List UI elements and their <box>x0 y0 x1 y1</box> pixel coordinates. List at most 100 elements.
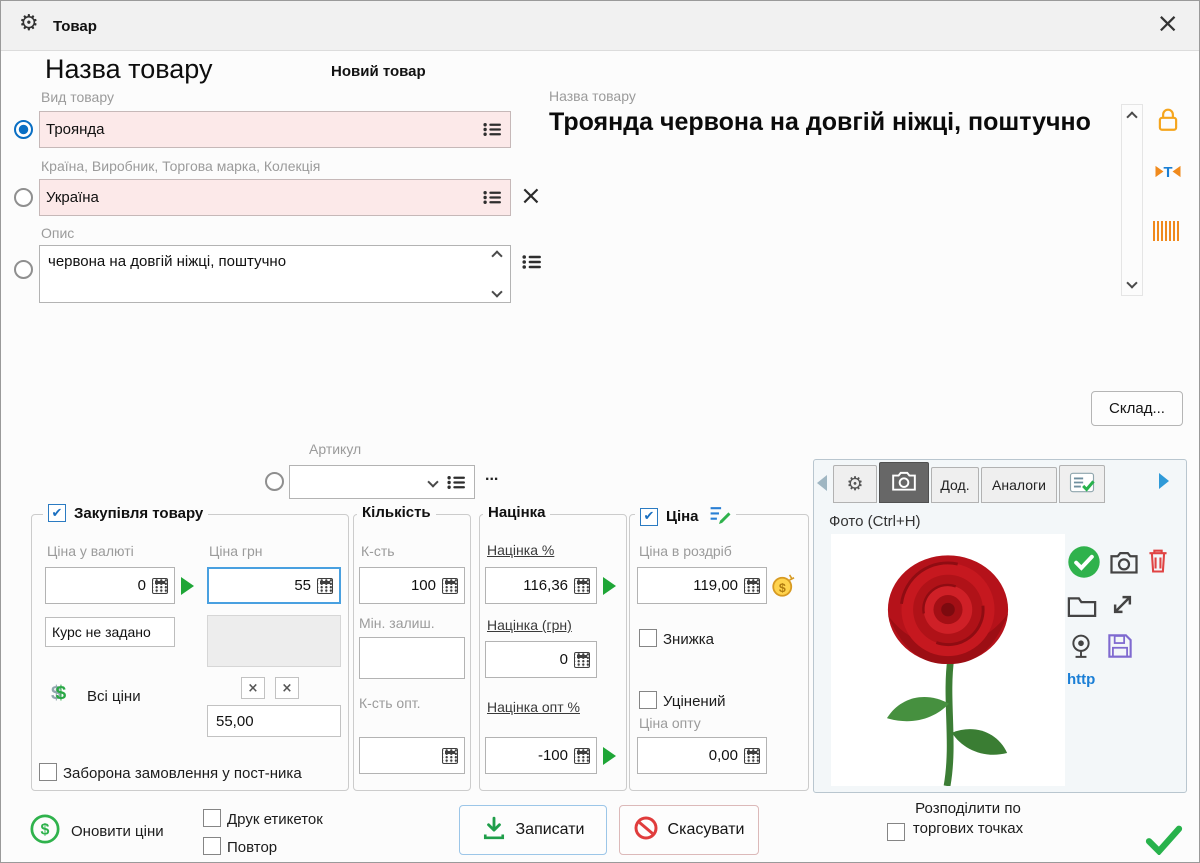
tab-photo[interactable] <box>879 462 929 503</box>
photo-delete-icon[interactable] <box>1147 547 1169 579</box>
sklad-button[interactable]: Склад... <box>1091 391 1183 426</box>
currency-price-input[interactable] <box>46 577 150 594</box>
markup-opt-field[interactable] <box>485 737 597 774</box>
tab-dod[interactable]: Дод. <box>931 467 979 503</box>
calculator-icon[interactable] <box>574 748 590 764</box>
photo-accept-icon[interactable] <box>1067 545 1101 584</box>
markup-percent-input[interactable] <box>486 577 572 594</box>
qty-field[interactable] <box>359 567 465 604</box>
photo-expand-icon[interactable] <box>1109 591 1136 623</box>
desc-text[interactable]: червона на довгій ніжці, поштучно <box>40 246 484 302</box>
opt-qty-input[interactable] <box>360 747 440 764</box>
purchase-checkbox[interactable] <box>48 504 66 522</box>
uah-price-input[interactable] <box>209 577 315 594</box>
ban-order-checkbox[interactable] <box>39 763 57 781</box>
markup-percent-field[interactable] <box>485 567 597 604</box>
kind-field[interactable] <box>39 111 511 148</box>
all-prices-link[interactable]: Всі ціни <box>87 688 141 705</box>
brand-list-icon[interactable] <box>483 190 502 205</box>
photo-open-icon[interactable] <box>1067 595 1097 623</box>
brand-radio[interactable] <box>14 188 33 207</box>
calculator-icon[interactable] <box>317 578 333 594</box>
cancel-button[interactable]: Скасувати <box>619 805 759 855</box>
calculator-icon[interactable] <box>744 578 760 594</box>
price-edit-icon[interactable] <box>707 504 731 529</box>
artikul-list-icon[interactable] <box>447 475 466 490</box>
kind-radio[interactable] <box>14 120 33 139</box>
currency-toggle-2-icon[interactable]: × <box>275 677 299 699</box>
min-stock-input[interactable] <box>360 650 464 667</box>
markup-uah-input[interactable] <box>486 651 572 668</box>
brand-field[interactable] <box>39 179 511 216</box>
opt-price-field[interactable] <box>637 737 767 774</box>
calculator-icon[interactable] <box>442 748 458 764</box>
currency-price-field[interactable] <box>45 567 175 604</box>
barcode-icon[interactable] <box>1153 221 1179 241</box>
photo-save-icon[interactable] <box>1107 633 1133 664</box>
calculator-icon[interactable] <box>574 652 590 668</box>
kind-input[interactable] <box>40 121 479 138</box>
print-labels-checkbox[interactable] <box>203 809 221 827</box>
artikul-more-button[interactable]: ... <box>485 467 498 485</box>
tab-checklist[interactable] <box>1059 465 1105 503</box>
confirm-icon[interactable] <box>1145 825 1183 860</box>
lock-icon[interactable] <box>1157 107 1179 138</box>
coin-icon[interactable] <box>771 571 798 603</box>
desc-label: Опис <box>41 225 74 241</box>
desc-spin-down-icon[interactable] <box>491 286 502 297</box>
tab-analogy[interactable]: Аналоги <box>981 467 1057 503</box>
opt-qty-field[interactable] <box>359 737 465 774</box>
markup-opt-label[interactable]: Націнка опт % <box>487 699 580 715</box>
calculator-icon[interactable] <box>152 578 168 594</box>
desc-list-icon[interactable] <box>522 254 542 275</box>
desc-field[interactable]: червона на довгій ніжці, поштучно <box>39 245 511 303</box>
markdown-checkbox[interactable] <box>639 691 657 709</box>
name-convert-icon[interactable] <box>1153 159 1183 189</box>
apply-markup-arrow-icon[interactable] <box>603 577 616 595</box>
update-prices-button[interactable]: Оновити ціни <box>29 813 164 850</box>
artikul-dropdown-icon[interactable] <box>427 476 438 487</box>
opt-price-input[interactable] <box>638 747 742 764</box>
markup-percent-label[interactable]: Націнка % <box>487 542 554 558</box>
distribute-checkbox[interactable] <box>887 823 905 841</box>
apply-opt-markup-arrow-icon[interactable] <box>603 747 616 765</box>
artikul-combo[interactable] <box>289 465 475 499</box>
min-stock-field[interactable] <box>359 637 465 679</box>
kind-list-icon[interactable] <box>483 122 502 137</box>
currency-toggle-1-icon[interactable]: × <box>241 677 265 699</box>
photo-capture-icon[interactable] <box>1109 551 1139 579</box>
desc-spin-up-icon[interactable] <box>491 250 502 261</box>
close-button[interactable]: × <box>1156 10 1179 37</box>
artikul-radio[interactable] <box>265 472 284 491</box>
discount-checkbox[interactable] <box>639 629 657 647</box>
brand-clear-icon[interactable]: × <box>520 183 542 209</box>
qty-input[interactable] <box>360 577 440 594</box>
tabs-scroll-right-icon[interactable] <box>1159 473 1169 489</box>
repeat-checkbox[interactable] <box>203 837 221 855</box>
retail-price-input[interactable] <box>638 577 742 594</box>
retail-price-field[interactable] <box>637 567 767 604</box>
markup-uah-field[interactable] <box>485 641 597 678</box>
webcam-icon[interactable] <box>1069 633 1093 665</box>
tab-settings[interactable]: ⚙ <box>833 465 877 503</box>
scroll-up-icon[interactable] <box>1126 111 1137 122</box>
copy-price-arrow-icon[interactable] <box>181 577 194 595</box>
save-button[interactable]: Записати <box>459 805 607 855</box>
desc-radio[interactable] <box>14 260 33 279</box>
course-box[interactable]: Курс не задано <box>45 617 175 647</box>
brand-input[interactable] <box>40 189 479 206</box>
artikul-input[interactable] <box>290 474 429 491</box>
window-title: Товар <box>53 18 97 35</box>
tabs-scroll-left-icon[interactable] <box>817 475 827 491</box>
product-name-text[interactable]: Троянда червона на довгій ніжці, поштучн… <box>549 105 1115 141</box>
photo-http-link[interactable]: http <box>1067 671 1095 688</box>
calculator-icon[interactable] <box>574 578 590 594</box>
calculator-icon[interactable] <box>744 748 760 764</box>
calculator-icon[interactable] <box>442 578 458 594</box>
markup-opt-input[interactable] <box>486 747 572 764</box>
name-scrollbar[interactable] <box>1121 104 1143 296</box>
price-checkbox[interactable] <box>640 508 658 526</box>
markup-uah-label[interactable]: Націнка (грн) <box>487 617 572 633</box>
scroll-down-icon[interactable] <box>1126 277 1137 288</box>
uah-price-field[interactable] <box>207 567 341 604</box>
